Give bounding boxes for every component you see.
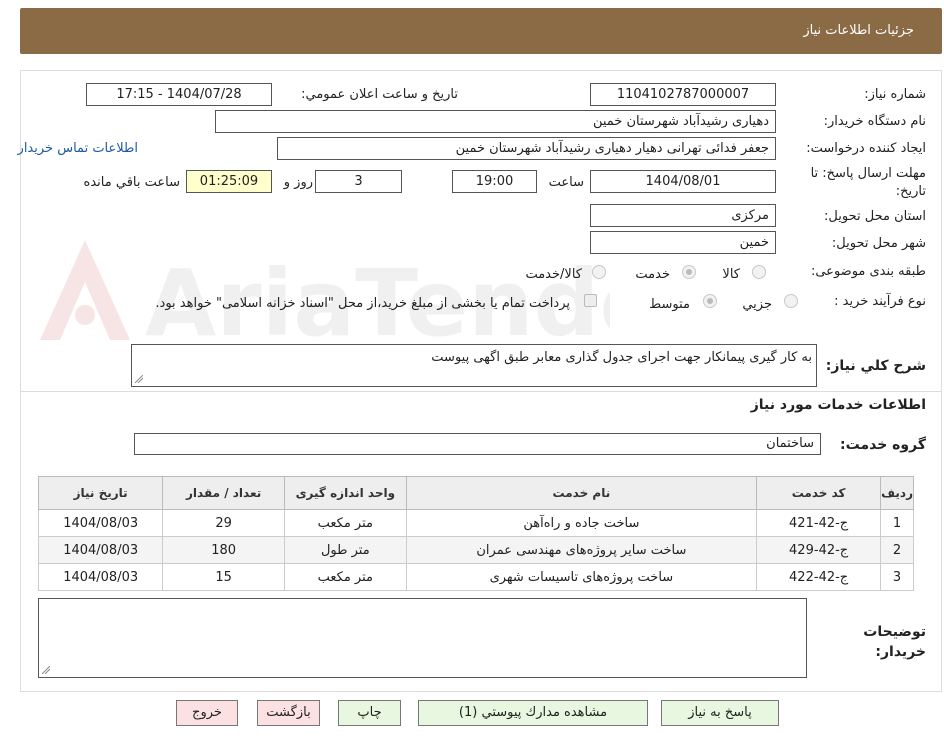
cell-need-date: 1404/08/03 [37,509,164,537]
services-section-title: اطلاعات خدمات مورد نیاز [750,397,926,413]
treasury-note: پرداخت تمام یا بخشی از مبلغ خرید،از محل … [155,296,570,311]
time-label: ساعت [548,175,584,190]
remaining-label: ساعت باقي مانده [83,175,180,190]
category-label: طبقه بندی موضوعی: [810,264,926,279]
attachments-button[interactable]: مشاهده مدارك پيوستي (1) [418,700,648,726]
cell-quantity: 180 [162,536,285,564]
resize-grip-icon[interactable] [135,375,143,383]
back-button[interactable]: بازگشت [257,700,320,726]
services-table: ردیف کد خدمت نام خدمت واحد اندازه گیری ت… [37,476,914,591]
treasury-checkbox[interactable] [584,294,597,307]
page-header: جزئیات اطلاعات نیاز [20,8,942,54]
print-button[interactable]: چاپ [338,700,401,726]
table-row: 2 ج-42-429 ساخت سایر پروژه‌های مهندسی عم… [37,536,914,564]
buyer-contact-link[interactable]: اطلاعات تماس خریدار [18,141,138,156]
cell-unit: متر طول [283,536,407,564]
cell-service-name: ساخت پروژه‌های تاسیسات شهری [405,563,758,591]
exit-button[interactable]: خروج [176,700,238,726]
cell-unit: متر مکعب [283,563,407,591]
deadline-time-field: 19:00 [452,170,537,193]
cell-row-number: 3 [880,563,914,591]
cell-service-code: ج-42-421 [756,509,882,537]
purchase-option-medium: متوسط [649,297,690,312]
deadline-label: مهلت ارسال پاسخ: تا تاریخ: [810,166,926,199]
need-number-label: شماره نیاز: [864,87,926,102]
deadline-date-field: 1404/08/01 [590,170,776,193]
col-header-unit: واحد اندازه گیری [283,476,407,510]
service-group-label: گروه خدمت: [840,437,926,453]
announce-label: تاریخ و ساعت اعلان عمومي: [301,87,458,102]
city-field: خمین [590,231,776,254]
purchase-radio-medium[interactable] [703,294,717,308]
need-number-field: 1104102787000007 [590,83,776,106]
cell-service-name: ساخت سایر پروژه‌های مهندسی عمران [405,536,758,564]
cell-service-code: ج-42-429 [756,536,882,564]
city-label: شهر محل تحویل: [831,236,926,251]
cell-row-number: 2 [880,536,914,564]
table-row: 1 ج-42-421 ساخت جاده و راه‌آهن متر مکعب … [37,509,914,537]
purchase-type-label: نوع فرآیند خرید : [834,294,926,309]
cell-service-name: ساخت جاده و راه‌آهن [405,509,758,537]
buyer-notes-label: توضیحات خریدار: [863,624,926,660]
description-label: شرح کلي نیاز: [825,358,926,374]
remaining-time-field: 01:25:09 [186,170,272,193]
cell-service-code: ج-42-422 [756,563,882,591]
buyer-org-field: دهیاری رشیدآباد شهرستان خمین [215,110,776,133]
category-option-goods-service: کالا/خدمت [525,267,582,282]
creator-label: ایجاد کننده درخواست: [806,141,926,156]
col-header-service-code: کد خدمت [756,476,882,510]
col-header-service-name: نام خدمت [405,476,758,510]
cell-need-date: 1404/08/03 [37,536,164,564]
reply-button[interactable]: پاسخ به نیاز [661,700,779,726]
buyer-notes-textarea[interactable] [38,598,807,678]
cell-quantity: 29 [162,509,285,537]
buyer-org-label: نام دستگاه خریدار: [823,114,926,129]
cell-need-date: 1404/08/03 [37,563,164,591]
days-label: روز و [283,175,313,190]
category-option-service: خدمت [635,267,670,282]
service-group-field: ساختمان [134,433,821,455]
cell-unit: متر مکعب [283,509,407,537]
resize-grip-icon[interactable] [42,666,50,674]
category-radio-goods[interactable] [752,265,766,279]
purchase-radio-minor[interactable] [784,294,798,308]
table-header-row: ردیف کد خدمت نام خدمت واحد اندازه گیری ت… [37,476,914,510]
table-row: 3 ج-42-422 ساخت پروژه‌های تاسیسات شهری م… [37,563,914,591]
creator-field: جعفر فدائی تهرانی دهیار دهیاری رشیدآباد … [277,137,776,160]
col-header-row-number: ردیف [880,476,914,510]
cell-row-number: 1 [880,509,914,537]
announce-field: 1404/07/28 - 17:15 [86,83,272,106]
cell-quantity: 15 [162,563,285,591]
page-title: جزئیات اطلاعات نیاز [803,23,914,38]
province-field: مرکزی [590,204,776,227]
col-header-quantity: تعداد / مقدار [162,476,285,510]
description-text: به کار گیری پیمانکار جهت اجرای جدول گذار… [431,350,812,365]
purchase-option-minor: جزيي [742,297,772,312]
province-label: استان محل تحویل: [824,209,926,224]
col-header-need-date: تاریخ نیاز [37,476,164,510]
description-textarea[interactable]: به کار گیری پیمانکار جهت اجرای جدول گذار… [131,344,817,387]
days-field: 3 [315,170,402,193]
category-radio-goods-service[interactable] [592,265,606,279]
category-radio-service[interactable] [682,265,696,279]
category-option-goods: کالا [722,267,740,282]
